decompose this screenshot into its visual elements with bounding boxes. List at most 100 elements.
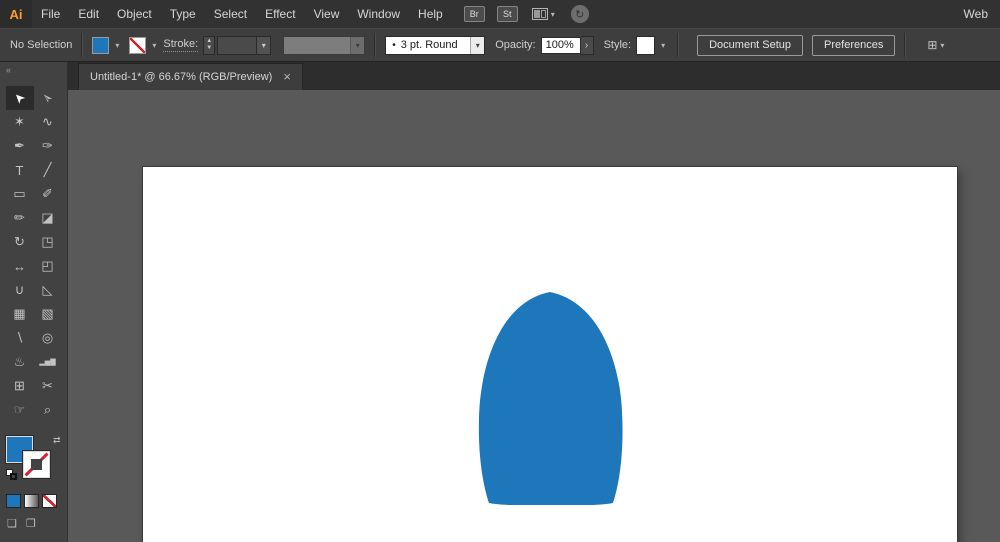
chevron-down-icon[interactable]: ▾	[470, 36, 485, 54]
shape-builder-tool[interactable]: ∪	[6, 278, 34, 302]
stroke-color-swatch[interactable]	[129, 36, 147, 54]
stroke-weight-dropdown[interactable]: ▾	[217, 35, 272, 55]
fill-color-swatch[interactable]	[92, 36, 110, 54]
sync-status-icon[interactable]: ↻	[570, 5, 589, 23]
scale-tool[interactable]: ◳	[34, 230, 62, 254]
opacity-expand-button[interactable]: ›	[580, 35, 594, 55]
stepper-down-icon[interactable]: ▼	[206, 45, 212, 52]
draw-normal-icon[interactable]: ❏	[7, 517, 17, 530]
document-tab-title: Untitled-1* @ 66.67% (RGB/Preview)	[90, 71, 273, 83]
close-tab-icon[interactable]: ×	[283, 70, 291, 83]
none-mode-button[interactable]	[42, 494, 57, 508]
curvature-tool[interactable]: ✑	[34, 134, 62, 158]
symbol-sprayer-tool[interactable]: ♨	[6, 350, 34, 374]
line-segment-tool[interactable]: ╱	[34, 158, 62, 182]
type-icon: T	[15, 162, 24, 178]
blue-blob-shape[interactable]	[477, 290, 624, 505]
stroke-proxy-swatch[interactable]	[23, 451, 50, 478]
line-segment-icon: ╱	[43, 162, 52, 177]
brush-definition-dropdown[interactable]: • 3 pt. Round ▾	[385, 35, 486, 55]
menu-select[interactable]: Select	[205, 0, 256, 28]
brush-preview-icon: •	[392, 39, 396, 51]
gradient-tool[interactable]: ▧	[34, 302, 62, 326]
separator	[904, 33, 907, 57]
control-bar: No Selection ▾ ▾ Stroke: ▲ ▼ ▾ ▾ • 3 pt.…	[0, 28, 1000, 62]
rectangle-tool[interactable]: ▭	[6, 182, 34, 206]
document-tab[interactable]: Untitled-1* @ 66.67% (RGB/Preview) ×	[78, 63, 303, 90]
menu-window[interactable]: Window	[348, 0, 409, 28]
brush-name: 3 pt. Round	[400, 39, 458, 51]
artboard[interactable]	[143, 167, 957, 542]
menu-bar: Ai File Edit Object Type Select Effect V…	[0, 0, 1000, 28]
selection-tool-icon: ➤	[9, 89, 29, 108]
arrange-documents-button[interactable]: ▾	[531, 8, 555, 20]
blob-path[interactable]	[478, 292, 623, 505]
slice-tool[interactable]: ✂	[34, 374, 62, 398]
menu-view[interactable]: View	[305, 0, 349, 28]
paint-mode-buttons	[6, 494, 67, 508]
stroke-weight-stepper[interactable]: ▲ ▼	[203, 35, 216, 55]
chevron-down-icon[interactable]: ▾	[256, 36, 271, 54]
direct-selection-tool[interactable]: ➢	[34, 86, 62, 110]
hand-tool[interactable]: ☞	[6, 398, 34, 422]
blend-tool[interactable]: ◎	[34, 326, 62, 350]
stroke-profile-dropdown[interactable]: ▾	[283, 35, 366, 55]
menu-edit[interactable]: Edit	[69, 0, 108, 28]
stroke-panel-link[interactable]: Stroke:	[163, 38, 199, 52]
style-dropdown-icon[interactable]: ▾	[658, 41, 668, 50]
paintbrush-tool[interactable]: ✐	[34, 182, 62, 206]
stock-button[interactable]: St	[496, 6, 518, 22]
scale-icon: ◳	[41, 234, 54, 249]
eyedropper-tool[interactable]: ∖	[6, 326, 34, 350]
gradient-mode-button[interactable]	[24, 494, 39, 508]
stroke-hole	[31, 459, 42, 470]
draw-behind-icon[interactable]: ❐	[26, 517, 36, 530]
control-panel-flyout-button[interactable]: ⊞ ▾	[927, 38, 944, 52]
color-mode-button[interactable]	[6, 494, 21, 508]
fill-dropdown-icon[interactable]: ▾	[112, 41, 122, 50]
menu-object[interactable]: Object	[108, 0, 161, 28]
magic-wand-icon: ✶	[14, 114, 25, 129]
collapse-panel-button[interactable]: «	[0, 62, 67, 78]
illustrator-logo: Ai	[0, 0, 32, 28]
default-fill-stroke-icon[interactable]	[6, 469, 18, 481]
menu-file[interactable]: File	[32, 0, 69, 28]
selection-tool[interactable]: ➤	[5, 86, 34, 110]
rotate-tool[interactable]: ↻	[6, 230, 34, 254]
fill-stroke-indicator: ⇄	[6, 435, 64, 482]
workspace-switcher[interactable]: Web	[964, 7, 1000, 21]
swap-fill-stroke-icon[interactable]: ⇄	[53, 435, 61, 446]
graphic-style-swatch[interactable]	[636, 35, 656, 55]
document-setup-button[interactable]: Document Setup	[697, 34, 804, 56]
stroke-dropdown-icon[interactable]: ▾	[149, 41, 159, 50]
preferences-button[interactable]: Preferences	[812, 34, 896, 56]
width-tool[interactable]: ↔	[6, 254, 34, 278]
rotate-icon: ↻	[14, 234, 25, 249]
zoom-icon: ⌕	[43, 402, 52, 417]
pencil-tool[interactable]: ✏	[6, 206, 34, 230]
mesh-tool[interactable]: ▦	[6, 302, 34, 326]
opacity-input[interactable]: 100%	[540, 36, 581, 54]
menu-type[interactable]: Type	[161, 0, 205, 28]
magic-wand-tool[interactable]: ✶	[6, 110, 34, 134]
free-transform-icon: ◰	[41, 258, 54, 273]
pen-tool[interactable]: ✒	[6, 134, 34, 158]
direct-selection-tool-icon: ➢	[37, 89, 57, 108]
menu-effect[interactable]: Effect	[256, 0, 304, 28]
menu-help[interactable]: Help	[409, 0, 452, 28]
stepper-up-icon[interactable]: ▲	[206, 38, 212, 45]
zoom-tool[interactable]: ⌕	[34, 398, 62, 422]
rectangle-icon: ▭	[13, 186, 26, 201]
canvas-pasteboard[interactable]	[68, 90, 1000, 542]
bridge-button[interactable]: Br	[463, 6, 485, 22]
artboard-tool[interactable]: ⊞	[6, 374, 34, 398]
lasso-tool[interactable]: ∿	[34, 110, 62, 134]
perspective-grid-tool[interactable]: ◺	[34, 278, 62, 302]
mesh-icon: ▦	[13, 306, 26, 321]
lasso-icon: ∿	[42, 114, 53, 129]
free-transform-tool[interactable]: ◰	[34, 254, 62, 278]
column-graph-tool[interactable]: ▂▅▇	[34, 350, 62, 374]
type-tool[interactable]: T	[6, 158, 34, 182]
chevron-down-icon[interactable]: ▾	[350, 36, 365, 54]
eraser-tool[interactable]: ◪	[34, 206, 62, 230]
